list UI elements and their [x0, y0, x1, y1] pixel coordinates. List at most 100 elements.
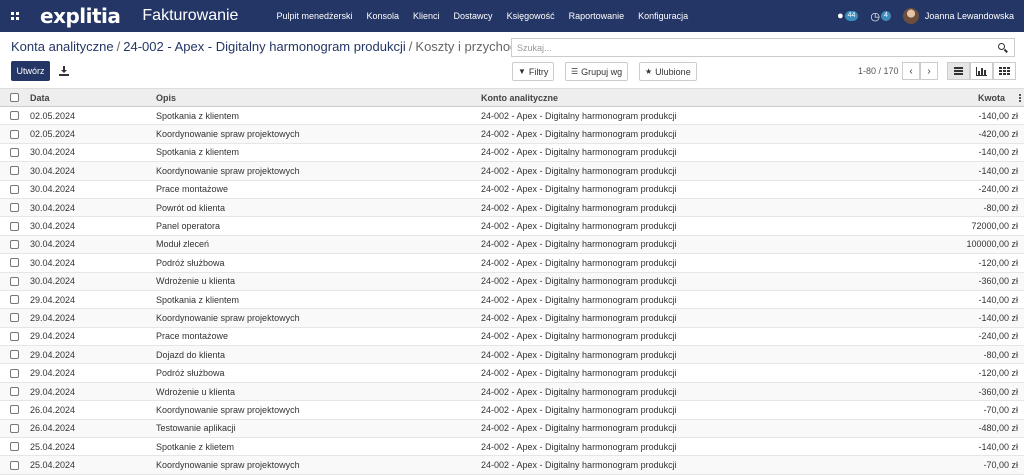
user-name[interactable]: Joanna Lewandowska [925, 11, 1014, 21]
table-row[interactable]: 02.05.2024 Spotkania z klientem 24-002 - A… [0, 107, 1024, 126]
star-icon: ★ [645, 67, 653, 76]
row-checkbox[interactable] [10, 460, 19, 470]
table-body: 02.05.2024 Spotkania z klientem 24-002 - A… [0, 107, 1024, 475]
list-view-icon [954, 66, 963, 77]
row-checkbox[interactable] [10, 423, 19, 433]
column-header-date[interactable]: Data [30, 89, 50, 106]
optional-columns-icon[interactable] [1019, 94, 1021, 103]
table-row[interactable]: 30.04.2024 Koordynowanie spraw projektowy… [0, 162, 1024, 181]
row-checkbox[interactable] [10, 258, 19, 268]
cell-description: Prace montażowe [156, 331, 229, 342]
table-row[interactable]: 30.04.2024 Podróż służbowa 24-002 - Apex -… [0, 254, 1024, 273]
create-button[interactable]: Utwórz [11, 61, 50, 81]
table-row[interactable]: 30.04.2024 Panel operatora 24-002 - Apex -… [0, 217, 1024, 236]
table-row[interactable]: 29.04.2024 Wdrożenie u klienta 24-002 - Ap… [0, 382, 1024, 402]
row-checkbox[interactable] [10, 129, 19, 139]
activities-button[interactable]: ◷ 4 [870, 10, 891, 23]
cell-amount: -240,00 zł [978, 331, 1018, 342]
pager-value[interactable]: 1-80 / 170 [858, 66, 899, 76]
list-view-button[interactable] [947, 62, 970, 80]
row-checkbox[interactable] [10, 239, 19, 249]
row-checkbox[interactable] [10, 387, 19, 397]
apps-menu-icon[interactable] [4, 5, 26, 27]
row-checkbox[interactable] [10, 276, 19, 286]
row-checkbox[interactable] [10, 442, 19, 452]
table-row[interactable]: 25.04.2024 Spotkanie z klietem 24-002 - Ap… [0, 438, 1024, 457]
row-checkbox[interactable] [10, 166, 19, 176]
row-checkbox[interactable] [10, 111, 19, 121]
filters-button[interactable]: ▼ Filtry [512, 62, 555, 81]
row-checkbox[interactable] [10, 184, 19, 194]
table-row[interactable]: 30.04.2024 Wdrożenie u klienta 24-002 - Ap… [0, 272, 1024, 291]
cell-account: 24-002 - Apex - Digitalny harmonogram pr… [481, 368, 677, 379]
app-name[interactable]: Fakturowanie [142, 7, 238, 25]
chevron-right-icon: › [927, 65, 931, 77]
group-by-button[interactable]: ☰ Grupuj wg [565, 62, 629, 81]
cell-date: 30.04.2024 [30, 184, 76, 195]
menu-item-klienci[interactable]: Klienci [413, 11, 440, 21]
cell-account: 24-002 - Apex - Digitalny harmonogram pr… [481, 441, 677, 452]
row-checkbox[interactable] [10, 405, 19, 415]
cell-amount: -360,00 zł [978, 276, 1018, 287]
pivot-view-button[interactable] [993, 62, 1016, 80]
table-row[interactable]: 02.05.2024 Koordynowanie spraw projektowy… [0, 125, 1024, 144]
table-row[interactable]: 26.04.2024 Testowanie aplikacji 24-002 - A… [0, 419, 1024, 439]
table-row[interactable]: 25.04.2024 Koordynowanie spraw projektowy… [0, 456, 1024, 475]
table-row[interactable]: 30.04.2024 Spotkania z klientem 24-002 - A… [0, 144, 1024, 163]
breadcrumb-root[interactable]: Konta analityczne [11, 39, 114, 54]
favorites-button[interactable]: ★ Ulubione [639, 62, 697, 81]
activities-count-badge: 4 [881, 11, 891, 21]
table-row[interactable]: 26.04.2024 Koordynowanie spraw projektowy… [0, 401, 1024, 420]
pager-next-button[interactable]: › [920, 62, 938, 80]
avatar[interactable] [902, 8, 919, 24]
messages-button[interactable]: ● 44 [837, 10, 859, 22]
menu-item-konfiguracja[interactable]: Konfiguracja [638, 11, 688, 21]
search-icon[interactable] [995, 40, 1011, 56]
search-input[interactable] [512, 39, 995, 56]
cell-date: 29.04.2024 [30, 294, 76, 305]
row-checkbox[interactable] [10, 203, 19, 213]
graph-view-button[interactable] [970, 62, 993, 80]
row-checkbox[interactable] [10, 221, 19, 231]
row-checkbox[interactable] [10, 368, 19, 378]
row-checkbox[interactable] [10, 295, 19, 305]
row-checkbox[interactable] [10, 331, 19, 341]
column-header-amount[interactable]: Kwota [978, 89, 1005, 106]
cell-account: 24-002 - Apex - Digitalny harmonogram pr… [481, 331, 677, 342]
menu-item-raportowanie[interactable]: Raportowanie [569, 11, 625, 21]
menu-item-konsola[interactable]: Konsola [367, 11, 400, 21]
table-row[interactable]: 29.04.2024 Dojazd do klienta 24-002 - Apex… [0, 346, 1024, 365]
row-checkbox[interactable] [10, 313, 19, 323]
row-checkbox[interactable] [10, 147, 19, 157]
table-row[interactable]: 30.04.2024 Moduł zleceń 24-002 - Apex - Di… [0, 235, 1024, 255]
cell-description: Powrót od klienta [156, 202, 226, 213]
select-all-checkbox[interactable] [10, 93, 19, 102]
column-header-account[interactable]: Konto analityczne [481, 89, 558, 106]
cell-account: 24-002 - Apex - Digitalny harmonogram pr… [481, 460, 677, 471]
bar-chart-icon [976, 66, 987, 76]
table-row[interactable]: 29.04.2024 Spotkania z klientem 24-002 - A… [0, 291, 1024, 310]
cell-amount: -140,00 zł [978, 110, 1018, 121]
column-header-description[interactable]: Opis [156, 89, 176, 106]
menu-item-dostawcy[interactable]: Dostawcy [454, 11, 493, 21]
download-button[interactable] [55, 62, 73, 80]
cell-amount: -140,00 zł [978, 294, 1018, 305]
table-row[interactable]: 29.04.2024 Podróż służbowa 24-002 - Apex -… [0, 364, 1024, 383]
row-checkbox[interactable] [10, 350, 19, 360]
breadcrumb-separator: / [408, 39, 413, 54]
logo[interactable]: explitia [40, 4, 121, 28]
menu-item-ksiegowosc[interactable]: Księgowość [507, 11, 555, 21]
table-row[interactable]: 29.04.2024 Koordynowanie spraw projektowy… [0, 309, 1024, 328]
table-row[interactable]: 29.04.2024 Prace montażowe 24-002 - Apex -… [0, 328, 1024, 347]
pager-previous-button[interactable]: ‹ [902, 62, 920, 80]
table-row[interactable]: 30.04.2024 Powrót od klienta 24-002 - Apex… [0, 198, 1024, 218]
cell-date: 26.04.2024 [30, 404, 76, 415]
breadcrumb-account[interactable]: 24-002 - Apex - Digitalny harmonogram pr… [123, 39, 406, 54]
cell-account: 24-002 - Apex - Digitalny harmonogram pr… [481, 423, 677, 434]
menu-item-pulpit[interactable]: Pulpit menedżerski [276, 11, 352, 21]
cell-description: Dojazd do klienta [156, 349, 226, 360]
table-row[interactable]: 30.04.2024 Prace montażowe 24-002 - Apex -… [0, 181, 1024, 199]
cell-description: Spotkanie z klietem [156, 441, 235, 452]
cell-date: 30.04.2024 [30, 257, 76, 268]
top-navbar: explitia Fakturowanie Pulpit menedżerski… [0, 0, 1024, 32]
